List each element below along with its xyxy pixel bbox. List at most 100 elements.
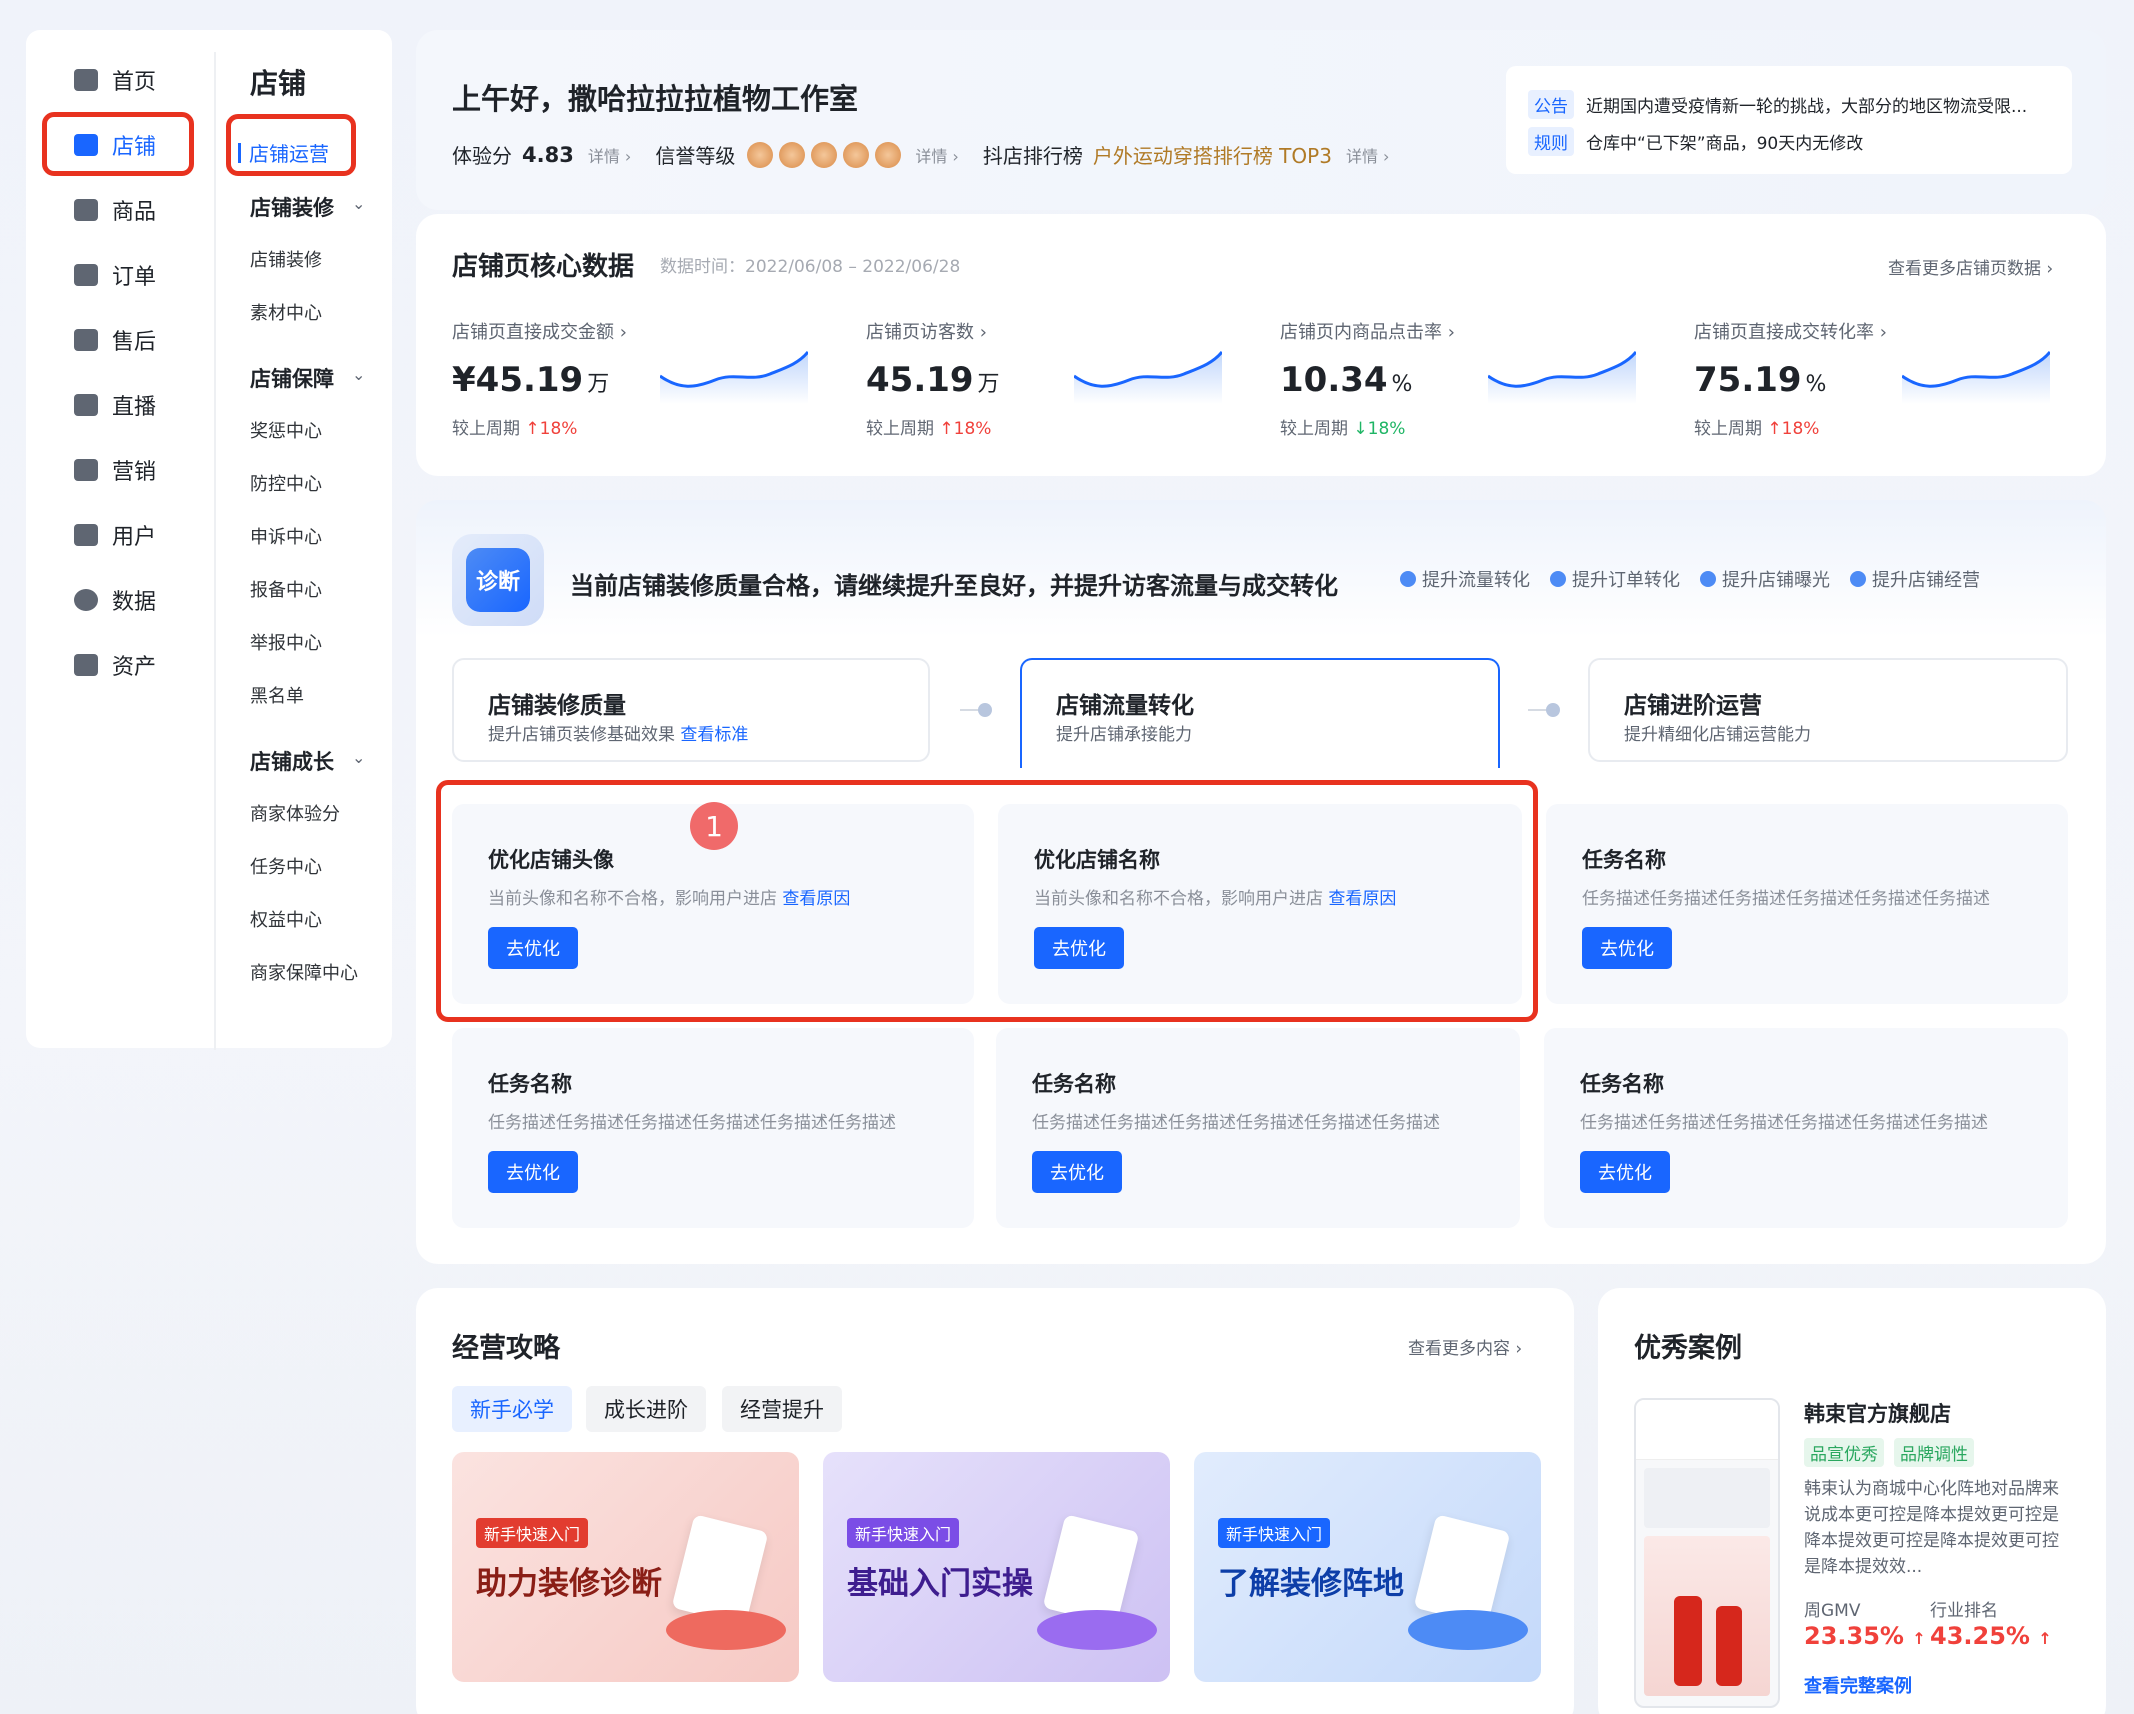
score-value: 4.83: [522, 142, 574, 167]
optimize-button[interactable]: 去优化: [488, 1151, 578, 1193]
case-rank-value: 43.25% ↑: [1930, 1622, 2052, 1650]
step-decoration-quality[interactable]: 店铺装修质量 提升店铺页装修基础效果 查看标准: [452, 658, 930, 762]
case-shop-name[interactable]: 韩束官方旗舰店: [1804, 1398, 1951, 1428]
core-data-date: 数据时间：2022/06/08 – 2022/06/28: [660, 257, 961, 277]
store-icon: [74, 134, 98, 156]
case-description: 韩束认为商城中心化阵地对品牌来说成本更可控是降本提效更可控是降本提效更可控是降本…: [1804, 1479, 2059, 1577]
goods-icon: [74, 199, 98, 221]
nav-data[interactable]: 数据: [74, 580, 156, 620]
chip-operation[interactable]: 提升店铺经营: [1850, 566, 1980, 592]
optimize-button[interactable]: 去优化: [1034, 927, 1124, 969]
chevron-down-icon: ⌄: [352, 194, 366, 213]
view-reason-link[interactable]: 查看原因: [782, 889, 850, 909]
book-icon: [1413, 1514, 1511, 1626]
subnav-item[interactable]: 申诉中心: [250, 523, 322, 549]
subnav-group-decoration[interactable]: 店铺装修 ⌄: [250, 192, 365, 222]
optimize-button[interactable]: 去优化: [1582, 927, 1672, 969]
subnav-item[interactable]: 任务中心: [250, 853, 322, 879]
case-full-link[interactable]: 查看完整案例: [1804, 1672, 1912, 1698]
case-rank-label: 行业排名: [1930, 1601, 1998, 1621]
phone-list: [1644, 1468, 1770, 1528]
nav-marketing[interactable]: 营销: [74, 450, 156, 490]
credit-medals: [747, 141, 902, 168]
notice-box: [1506, 66, 2072, 174]
subnav-group-growth[interactable]: 店铺成长 ⌄: [250, 746, 365, 776]
guide-banner[interactable]: 新手快速入门 了解装修阵地: [1194, 1452, 1541, 1682]
rank-value[interactable]: 户外运动穿搭排行榜 TOP3: [1093, 140, 1332, 169]
subnav-active-item[interactable]: 店铺运营: [238, 138, 329, 167]
medal-icon: [747, 141, 774, 168]
optimize-button[interactable]: 去优化: [1580, 1151, 1670, 1193]
subnav-item[interactable]: 商家体验分: [250, 800, 340, 826]
optimize-button[interactable]: 去优化: [488, 927, 578, 969]
subnav-item[interactable]: 黑名单: [250, 682, 304, 708]
order-icon: [74, 264, 98, 286]
nav-divider: [214, 52, 216, 1050]
rule-tag: 规则: [1528, 127, 1574, 156]
home-icon: [74, 69, 98, 91]
user-icon: [74, 524, 98, 546]
nav-home[interactable]: 首页: [74, 60, 156, 100]
nav-user[interactable]: 用户: [74, 515, 156, 555]
notice-row[interactable]: 公告 近期国内遭受疫情新一轮的挑战，大部分的地区物流受限...: [1528, 90, 2027, 119]
core-data-more-link[interactable]: 查看更多店铺页数据 ›: [1888, 254, 2053, 279]
subnav-item[interactable]: 奖惩中心: [250, 417, 322, 443]
rank-detail-link[interactable]: 详情 ›: [1346, 143, 1390, 167]
target-icon: [1550, 571, 1566, 587]
podium-icon: [1408, 1610, 1528, 1650]
nav-live[interactable]: 直播: [74, 385, 156, 425]
chip-exposure[interactable]: 提升店铺曝光: [1700, 566, 1830, 592]
subnav-item[interactable]: 店铺装修: [250, 246, 322, 272]
medal-icon: [811, 141, 838, 168]
subnav-item[interactable]: 防控中心: [250, 470, 322, 496]
annotation-marker: 1: [690, 802, 738, 850]
case-title: 优秀案例: [1634, 1333, 1742, 1364]
diagnosis-badge-inner: 诊断: [466, 548, 530, 612]
case-gmv-value: 23.35% ↑: [1804, 1622, 1926, 1650]
nav-assets[interactable]: 资产: [74, 645, 156, 685]
step-traffic-conversion[interactable]: 店铺流量转化 提升店铺承接能力: [1020, 658, 1500, 768]
subnav-item[interactable]: 举报中心: [250, 629, 322, 655]
sparkline-visitors: [1074, 351, 1222, 404]
tab-beginner[interactable]: 新手必学: [452, 1386, 572, 1432]
chevron-down-icon: ⌄: [352, 748, 366, 767]
subnav-item[interactable]: 权益中心: [250, 906, 322, 932]
sparkline-click-rate: [1488, 351, 1636, 404]
chip-order[interactable]: 提升订单转化: [1550, 566, 1680, 592]
nav-order[interactable]: 订单: [74, 255, 156, 295]
task-card: 任务名称 任务描述任务描述任务描述任务描述任务描述任务描述 去优化: [996, 1028, 1520, 1228]
case-tag: 品牌调性: [1894, 1438, 1974, 1467]
nav-goods[interactable]: 商品: [74, 190, 156, 230]
nav-after-sale[interactable]: 售后: [74, 320, 156, 360]
view-standard-link[interactable]: 查看标准: [680, 725, 748, 745]
guide-more-link[interactable]: 查看更多内容 ›: [1408, 1334, 1522, 1359]
subnav-group-protection[interactable]: 店铺保障 ⌄: [250, 363, 365, 393]
task-card: 优化店铺名称 当前头像和名称不合格，影响用户进店 查看原因 去优化: [998, 804, 1522, 1004]
nav-store[interactable]: 店铺: [74, 125, 156, 165]
guide-banner[interactable]: 新手快速入门 助力装修诊断: [452, 1452, 799, 1682]
guide-banner[interactable]: 新手快速入门 基础入门实操: [823, 1452, 1170, 1682]
subnav-item[interactable]: 报备中心: [250, 576, 322, 602]
subnav-item[interactable]: 商家保障中心: [250, 959, 358, 985]
case-phone-image[interactable]: [1634, 1398, 1780, 1708]
step-connector-dot: [1546, 703, 1560, 717]
optimize-button[interactable]: 去优化: [1032, 1151, 1122, 1193]
tab-operation[interactable]: 经营提升: [722, 1386, 842, 1432]
view-reason-link[interactable]: 查看原因: [1328, 889, 1396, 909]
rule-row[interactable]: 规则 仓库中“已下架”商品，90天内无修改: [1528, 127, 1863, 156]
medal-icon: [843, 141, 870, 168]
credit-detail-link[interactable]: 详情 ›: [915, 143, 959, 167]
megaphone-icon: [74, 459, 98, 481]
step-advanced-operation[interactable]: 店铺进阶运营 提升精细化店铺运营能力: [1588, 658, 2068, 762]
subnav-item[interactable]: 素材中心: [250, 299, 322, 325]
chip-traffic[interactable]: 提升流量转化: [1400, 566, 1530, 592]
score-detail-link[interactable]: 详情 ›: [588, 143, 632, 167]
score-row: 体验分 4.83 详情 › 信誉等级 详情 › 抖店排行榜 户外运动穿搭排行榜 …: [452, 140, 1389, 169]
diagnosis-text: 当前店铺装修质量合格，请继续提升至良好，并提升访客流量与成交转化: [570, 572, 1338, 600]
tab-growth[interactable]: 成长进阶: [586, 1386, 706, 1432]
phone-header: [1636, 1400, 1778, 1460]
pie-chart-icon: [74, 589, 98, 611]
book-icon: [671, 1514, 769, 1626]
sparkline-gmv: [660, 351, 808, 404]
core-data-title: 店铺页核心数据: [452, 252, 635, 282]
